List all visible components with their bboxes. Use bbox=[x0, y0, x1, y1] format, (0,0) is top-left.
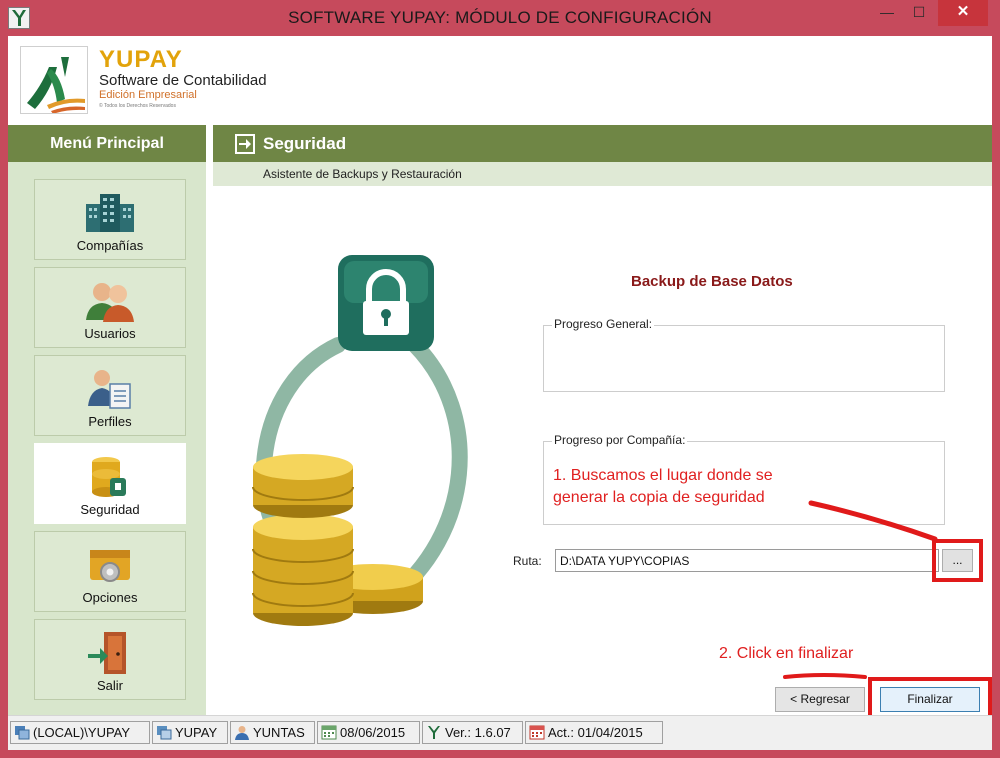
sidebar-item-perfiles[interactable]: Perfiles bbox=[34, 355, 186, 436]
window-title: SOFTWARE YUPAY: MÓDULO DE CONFIGURACIÓN bbox=[288, 8, 712, 27]
status-bar: (LOCAL)\YUPAY YUPAY YUNTAS 08/06/2015 Ve… bbox=[8, 715, 992, 750]
exit-door-icon bbox=[82, 630, 138, 676]
status-updated-text: Act.: 01/04/2015 bbox=[548, 725, 643, 740]
sidebar-item-label: Compañías bbox=[76, 238, 144, 253]
backup-title: Backup de Base Datos bbox=[631, 273, 793, 290]
sidebar-title: Menú Principal bbox=[8, 125, 206, 162]
brand-name: YUPAY bbox=[99, 46, 183, 73]
path-input[interactable] bbox=[555, 549, 939, 572]
app-header: YUPAY Software de Contabilidad Edición E… bbox=[8, 36, 992, 125]
annotation-step-1: 1. Buscamos el lugar donde se generar la… bbox=[553, 465, 773, 509]
profile-icon bbox=[82, 366, 138, 412]
progress-general-label: Progreso General: bbox=[552, 317, 655, 331]
backup-illustration bbox=[243, 215, 473, 635]
wizard-subtitle-bar: Asistente de Backups y Restauración bbox=[213, 162, 992, 186]
buildings-icon bbox=[82, 190, 138, 236]
client-area: YUPAY Software de Contabilidad Edición E… bbox=[8, 36, 992, 750]
yupay-logo-icon bbox=[426, 725, 442, 740]
sidebar-item-salir[interactable]: Salir bbox=[34, 619, 186, 700]
calendar-icon bbox=[321, 725, 337, 740]
database-icon bbox=[156, 725, 172, 740]
status-version-text: Ver.: 1.6.07 bbox=[445, 725, 511, 740]
progress-general-group: Progreso General: bbox=[543, 317, 945, 392]
main-content: Seguridad Asistente de Backups y Restaur… bbox=[213, 125, 992, 721]
status-database-text: YUPAY bbox=[175, 725, 218, 740]
maximize-button[interactable]: ☐ bbox=[904, 0, 934, 26]
sidebar-item-label: Usuarios bbox=[84, 326, 136, 341]
sidebar-item-label: Salir bbox=[96, 678, 123, 693]
sidebar-item-seguridad[interactable]: Seguridad bbox=[34, 443, 186, 524]
status-user-text: YUNTAS bbox=[253, 725, 305, 740]
minimize-button[interactable]: — bbox=[872, 0, 902, 26]
brand-subtitle: Software de Contabilidad bbox=[99, 72, 267, 89]
main-menu-sidebar: Menú Principal Compañías Usuarios Perfil… bbox=[8, 125, 206, 715]
status-date: 08/06/2015 bbox=[317, 721, 420, 744]
status-version: Ver.: 1.6.07 bbox=[422, 721, 523, 744]
section-title: Seguridad bbox=[263, 134, 347, 153]
status-date-text: 08/06/2015 bbox=[340, 725, 406, 740]
close-button[interactable]: ✕ bbox=[938, 0, 988, 26]
server-icon bbox=[14, 725, 30, 740]
status-user: YUNTAS bbox=[230, 721, 315, 744]
sidebar-item-label: Perfiles bbox=[88, 414, 132, 429]
section-header: Seguridad bbox=[213, 125, 992, 162]
database-lock-icon bbox=[82, 454, 138, 500]
path-label: Ruta: bbox=[513, 554, 542, 568]
status-server-text: (LOCAL)\YUPAY bbox=[33, 725, 131, 740]
sidebar-item-usuarios[interactable]: Usuarios bbox=[34, 267, 186, 348]
sidebar-item-companias[interactable]: Compañías bbox=[34, 179, 186, 260]
sidebar-item-opciones[interactable]: Opciones bbox=[34, 531, 186, 612]
calendar-icon bbox=[529, 725, 545, 740]
sidebar-item-label: Seguridad bbox=[80, 502, 140, 517]
status-updated: Act.: 01/04/2015 bbox=[525, 721, 663, 744]
brand-edition: Edición Empresarial bbox=[99, 89, 197, 101]
user-icon bbox=[234, 725, 250, 740]
settings-icon bbox=[82, 542, 138, 588]
status-server: (LOCAL)\YUPAY bbox=[10, 721, 150, 744]
title-bar: SOFTWARE YUPAY: MÓDULO DE CONFIGURACIÓN … bbox=[0, 0, 1000, 36]
brand-rights: © Todos los Derechos Reservados bbox=[99, 103, 176, 109]
annotation-step-2: 2. Click en finalizar bbox=[719, 645, 854, 662]
yupay-logo-icon bbox=[20, 46, 88, 114]
users-icon bbox=[82, 278, 138, 324]
annotation-highlight-browse bbox=[932, 539, 983, 582]
status-database: YUPAY bbox=[152, 721, 228, 744]
sidebar-item-label: Opciones bbox=[82, 590, 138, 605]
annotation-line: 1. Buscamos el lugar donde se bbox=[553, 467, 773, 484]
arrow-right-icon bbox=[235, 134, 255, 154]
progress-company-label: Progreso por Compañía: bbox=[552, 433, 688, 447]
annotation-line: generar la copia de seguridad bbox=[553, 489, 765, 506]
back-button[interactable]: < Regresar bbox=[775, 687, 865, 712]
wizard-subtitle: Asistente de Backups y Restauración bbox=[263, 167, 462, 181]
